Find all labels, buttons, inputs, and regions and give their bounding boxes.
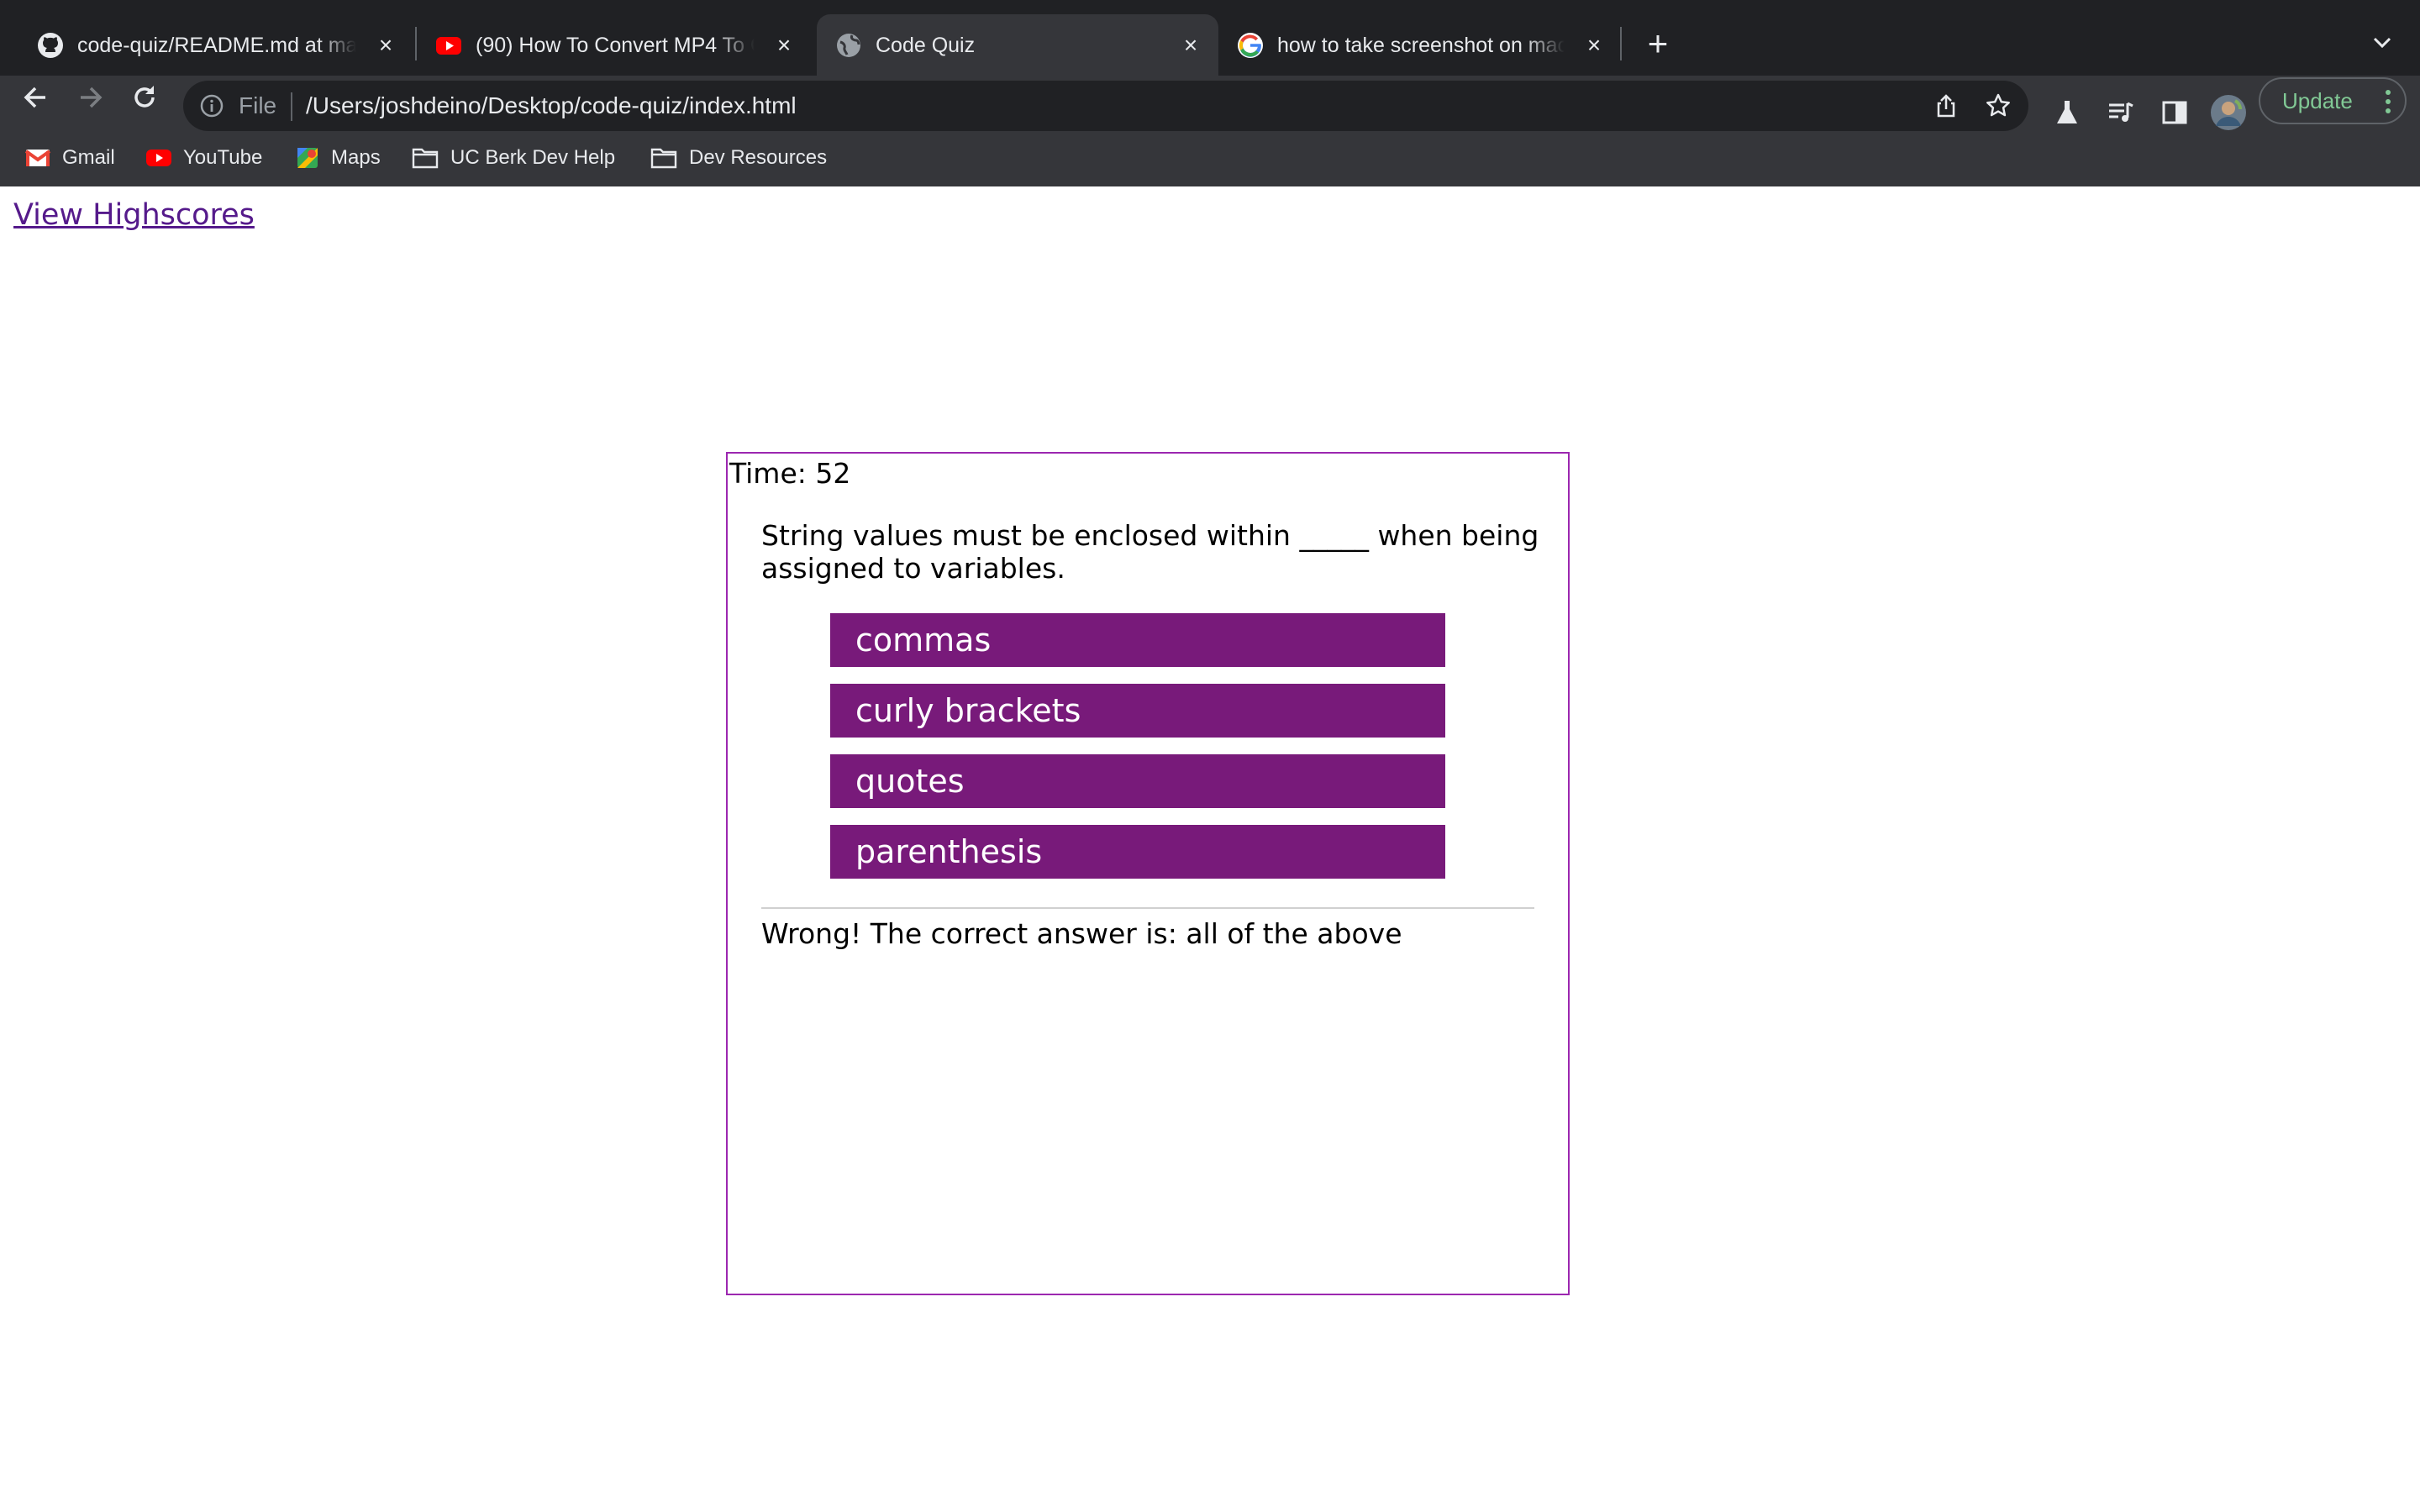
bookmark-label: UC Berk Dev Help bbox=[450, 146, 616, 169]
share-icon[interactable] bbox=[1933, 92, 1960, 119]
bookmark-label: Gmail bbox=[62, 146, 115, 169]
answer-button-commas[interactable]: commas bbox=[830, 613, 1445, 667]
globe-icon bbox=[837, 34, 860, 57]
reload-icon bbox=[134, 86, 155, 108]
url-text[interactable]: /Users/joshdeino/Desktop/code-quiz/index… bbox=[306, 91, 797, 121]
update-button[interactable]: Update bbox=[2259, 77, 2407, 124]
forward-button[interactable] bbox=[66, 72, 116, 123]
bookmark-gmail[interactable]: Gmail bbox=[25, 141, 115, 175]
bookmarks-bar: Gmail YouTube Maps UC Berk Dev Help Dev … bbox=[0, 141, 2420, 186]
forward-arrow-icon bbox=[81, 87, 103, 108]
info-icon[interactable] bbox=[198, 92, 225, 119]
tab-google-search[interactable]: how to take screenshot on mac × bbox=[1218, 14, 1622, 76]
close-tab-icon[interactable]: × bbox=[373, 33, 398, 58]
answer-button-parenthesis[interactable]: parenthesis bbox=[830, 825, 1445, 879]
tab-title: Code Quiz bbox=[876, 34, 976, 57]
bookmark-label: Dev Resources bbox=[689, 146, 828, 169]
flask-icon bbox=[2057, 101, 2077, 123]
close-tab-icon[interactable]: × bbox=[771, 33, 797, 58]
bookmark-maps[interactable]: Maps bbox=[296, 141, 381, 175]
address-separator bbox=[291, 92, 292, 121]
back-arrow-icon bbox=[24, 87, 45, 108]
bookmark-star-icon[interactable] bbox=[1985, 92, 2012, 119]
bookmark-folder-uc-berk[interactable]: UC Berk Dev Help bbox=[412, 141, 615, 175]
side-panel-icon bbox=[2162, 101, 2187, 124]
browser-chrome: code-quiz/README.md at main · joshdeino/… bbox=[0, 0, 2420, 186]
playlist-icon bbox=[2109, 102, 2133, 122]
view-highscores-link[interactable]: View Highscores bbox=[13, 198, 255, 232]
tab-youtube-video[interactable]: (90) How To Convert MP4 To GIF × bbox=[417, 14, 812, 76]
tab-title: how to take screenshot on mac bbox=[1277, 34, 1565, 57]
page-content: View Highscores Time: 52 String values m… bbox=[0, 186, 2420, 1512]
back-button[interactable] bbox=[10, 72, 60, 123]
avatar-icon bbox=[2211, 95, 2246, 130]
maps-icon bbox=[297, 148, 318, 168]
tab-separator bbox=[1620, 27, 1622, 60]
folder-icon bbox=[650, 148, 677, 169]
address-bar[interactable]: File /Users/joshdeino/Desktop/code-quiz/… bbox=[183, 81, 2028, 131]
close-tab-icon[interactable]: × bbox=[1178, 33, 1203, 58]
chevron-down-icon[interactable] bbox=[2370, 30, 2395, 55]
bookmark-youtube[interactable]: YouTube bbox=[146, 141, 262, 175]
tab-title: code-quiz/README.md at main · joshdeino/… bbox=[77, 34, 356, 57]
new-tab-button[interactable]: + bbox=[1640, 26, 1676, 62]
reload-button[interactable] bbox=[119, 72, 170, 123]
quiz-container: Time: 52 String values must be enclosed … bbox=[726, 452, 1570, 1295]
bookmark-label: Maps bbox=[331, 146, 381, 169]
bookmark-label: YouTube bbox=[183, 146, 263, 169]
more-menu-icon[interactable] bbox=[2385, 89, 2391, 114]
toolbar: File /Users/joshdeino/Desktop/code-quiz/… bbox=[0, 76, 2420, 150]
tab-code-quiz[interactable]: Code Quiz × bbox=[817, 14, 1218, 76]
feedback-divider bbox=[761, 907, 1534, 909]
media-controls-button[interactable] bbox=[2104, 96, 2138, 129]
tab-strip: code-quiz/README.md at main · joshdeino/… bbox=[0, 0, 2420, 76]
question-text: String values must be enclosed within __… bbox=[761, 519, 1539, 585]
answer-button-quotes[interactable]: quotes bbox=[830, 754, 1445, 808]
youtube-icon bbox=[436, 37, 461, 55]
google-icon bbox=[1238, 33, 1263, 58]
labs-button[interactable] bbox=[2050, 96, 2084, 129]
scheme-label: File bbox=[239, 92, 277, 118]
timer: Time: 52 bbox=[729, 457, 851, 490]
profile-avatar[interactable] bbox=[2210, 94, 2247, 131]
update-label: Update bbox=[2282, 88, 2353, 113]
folder-icon bbox=[412, 148, 439, 169]
feedback-message: Wrong! The correct answer is: all of the… bbox=[761, 917, 1402, 950]
side-panel-button[interactable] bbox=[2158, 96, 2191, 129]
github-icon bbox=[38, 33, 63, 58]
gmail-icon bbox=[25, 150, 50, 166]
youtube-icon bbox=[146, 150, 171, 166]
tab-title: (90) How To Convert MP4 To GIF bbox=[476, 34, 755, 57]
tab-github-readme[interactable]: code-quiz/README.md at main · joshdeino/… bbox=[18, 14, 413, 76]
answer-button-curly-brackets[interactable]: curly brackets bbox=[830, 684, 1445, 738]
bookmark-folder-dev-resources[interactable]: Dev Resources bbox=[650, 141, 827, 175]
close-tab-icon[interactable]: × bbox=[1581, 33, 1607, 58]
